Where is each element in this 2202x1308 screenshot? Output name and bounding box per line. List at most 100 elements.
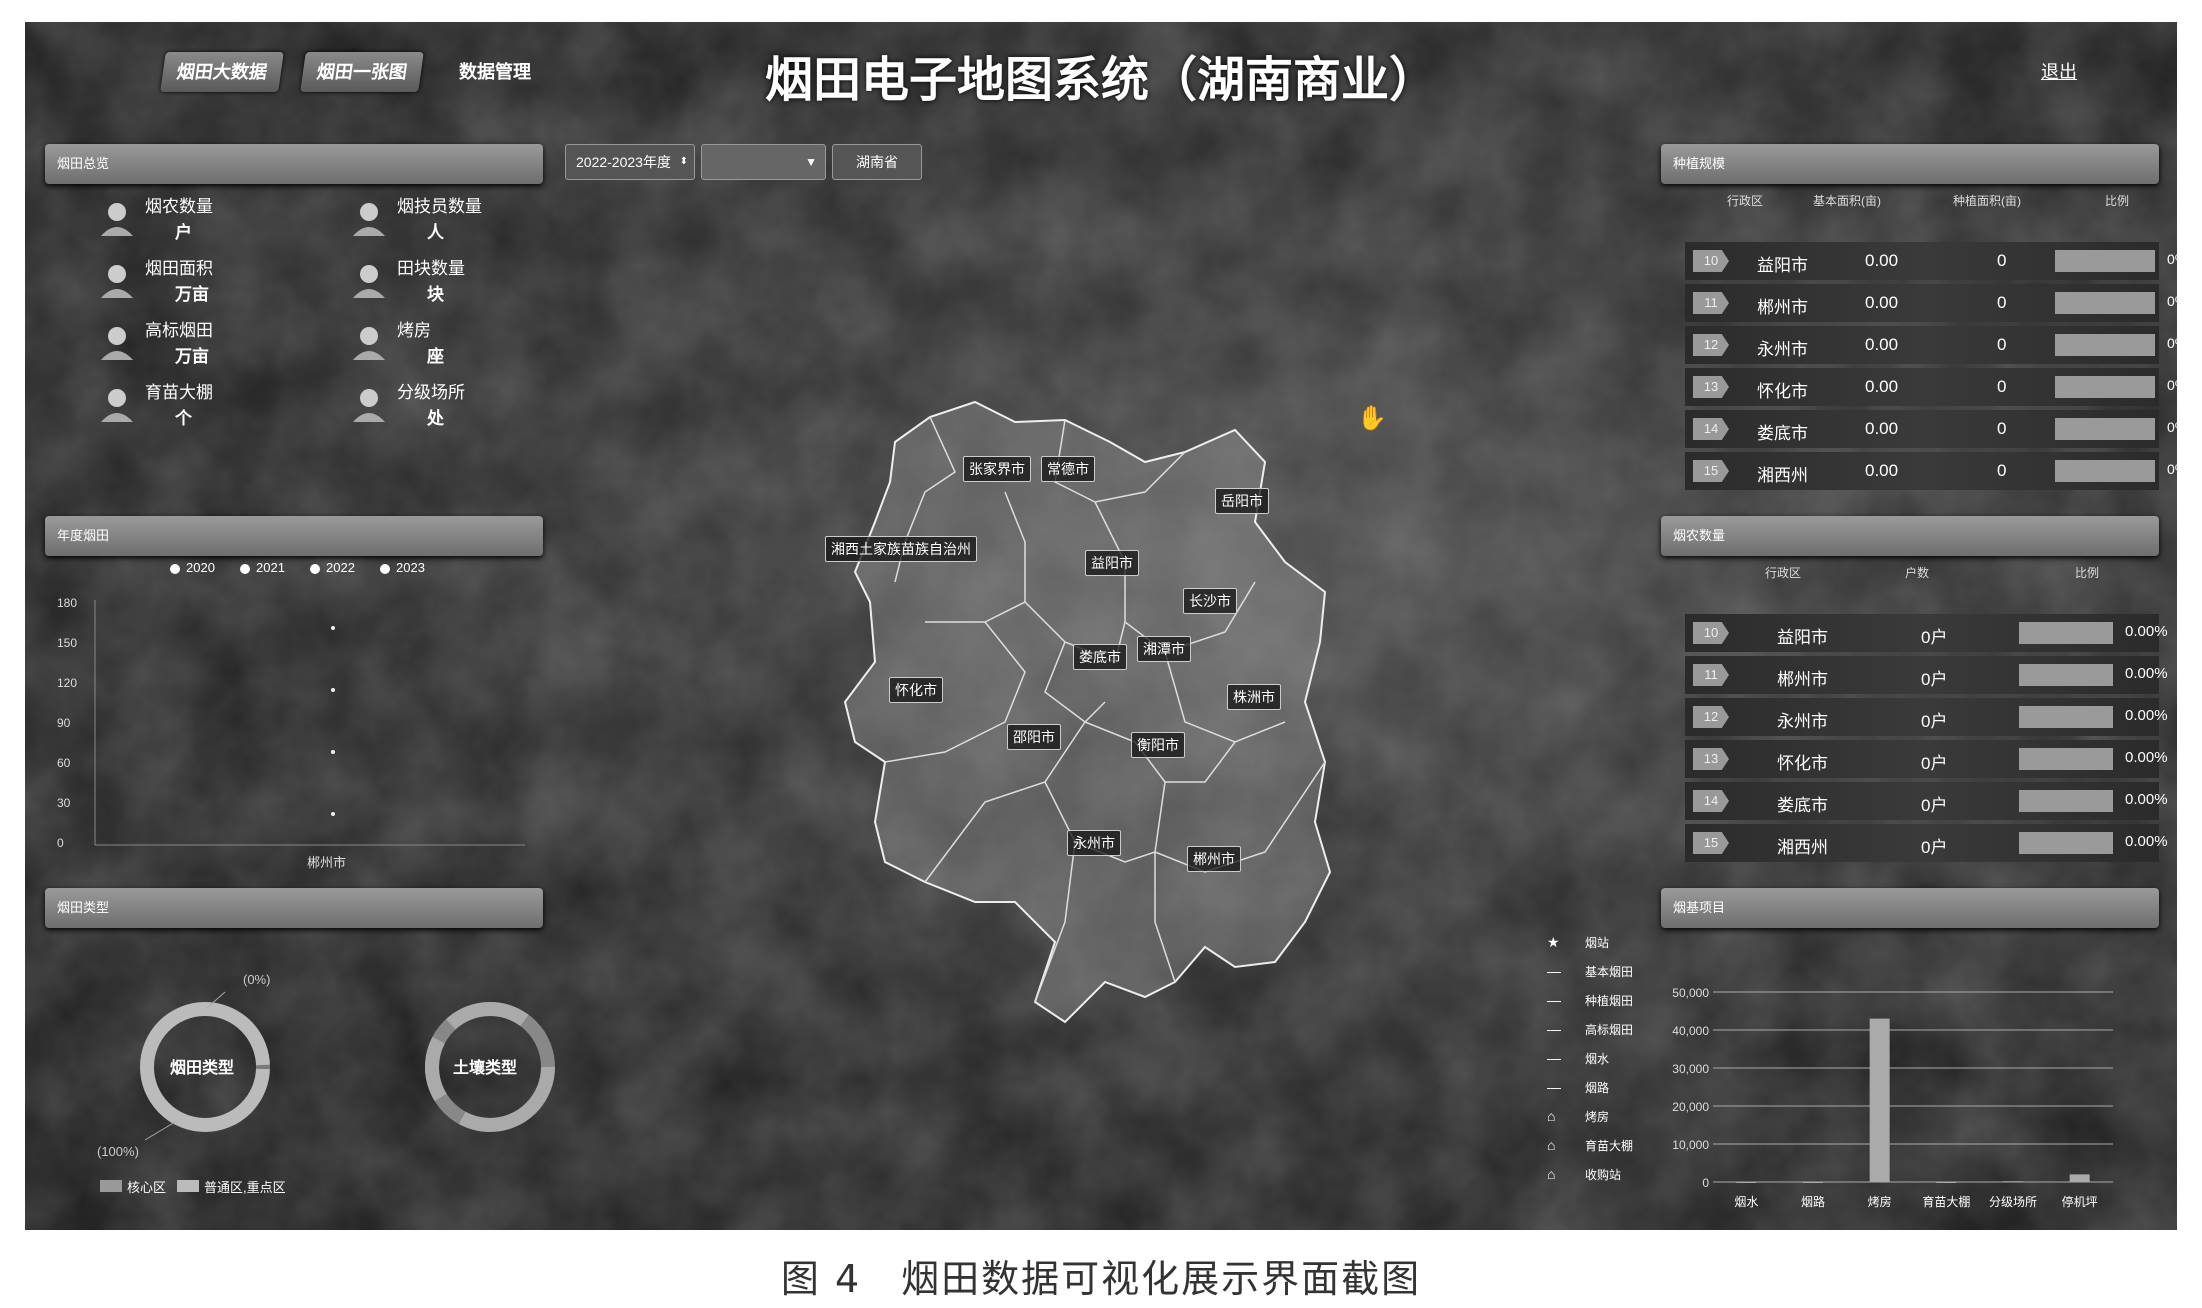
- annual-y-tick: 120: [57, 676, 78, 690]
- infra-bar[interactable]: [1803, 1182, 1823, 1183]
- logout-link[interactable]: 退出: [2041, 58, 2077, 84]
- legend-symbol-icon: —: [1547, 1050, 1561, 1066]
- table-row[interactable]: 11 郴州市 0.00 0 0%: [1685, 284, 2177, 322]
- annual-panel-header: 年度烟田: [45, 516, 543, 556]
- infra-bar[interactable]: [2003, 1181, 2023, 1183]
- infra-y-tick: 50,000: [1672, 986, 1709, 1000]
- stepper-icon: ⬍: [679, 156, 688, 167]
- map-city-label[interactable]: 益阳市: [1085, 550, 1139, 576]
- map-city-label[interactable]: 岳阳市: [1215, 488, 1269, 514]
- field-type-panel-header: 烟田类型: [45, 888, 543, 928]
- table-row[interactable]: 14 娄底市 0.00 0 0%: [1685, 410, 2177, 448]
- table-row[interactable]: 13 怀化市 0户 0.00%: [1685, 740, 2168, 778]
- row-ratio: 0.00%: [2125, 623, 2168, 640]
- table-row[interactable]: 10 益阳市 0.00 0 0%: [1685, 242, 2177, 280]
- table-row[interactable]: 14 娄底市 0户 0.00%: [1685, 782, 2168, 820]
- table-row[interactable]: 12 永州市 0.00 0 0%: [1685, 326, 2177, 364]
- stat-item: 烟田面积 万亩: [95, 254, 315, 314]
- map-legend-label[interactable]: 烟水: [1585, 1050, 1609, 1067]
- row-district: 郴州市: [1777, 670, 1828, 689]
- map-legend-label[interactable]: 烟路: [1585, 1079, 1609, 1096]
- row-ratio: 0%: [2167, 335, 2177, 351]
- map-city-label[interactable]: 娄底市: [1073, 644, 1127, 670]
- row-ratio: 0.00%: [2125, 707, 2168, 724]
- map-legend-label[interactable]: 基本烟田: [1585, 963, 1633, 980]
- map-legend-label[interactable]: 育苗大棚: [1585, 1137, 1633, 1154]
- annual-legend-marker[interactable]: [310, 564, 320, 574]
- table-row[interactable]: 15 湘西州 0.00 0 0%: [1685, 452, 2177, 490]
- legend-symbol-icon: —: [1547, 1021, 1561, 1037]
- table-row[interactable]: 12 永州市 0户 0.00%: [1685, 698, 2168, 736]
- legend-normal-label: 普通区,重点区: [204, 1180, 286, 1195]
- stat-item: 分级场所处: [347, 378, 567, 438]
- annual-legend-marker[interactable]: [240, 564, 250, 574]
- stat-unit: 座: [427, 347, 444, 366]
- map-city-label[interactable]: 怀化市: [889, 677, 943, 703]
- row-progress-bar: [2019, 664, 2113, 686]
- stat-label: 烤房: [397, 321, 431, 340]
- row-index-badge: 13: [1693, 748, 1729, 770]
- map-city-label[interactable]: 长沙市: [1183, 588, 1237, 614]
- map-legend-label[interactable]: 烟站: [1585, 934, 1609, 951]
- legend-symbol-icon: —: [1547, 1079, 1561, 1095]
- row-ratio: 0.00%: [2125, 665, 2168, 682]
- map-legend-label[interactable]: 烤房: [1585, 1108, 1609, 1125]
- stat-unit: 万亩: [175, 347, 209, 366]
- row-progress-bar: [2055, 376, 2155, 398]
- infra-bar-chart: 烟水 烟路 烤房 育苗大棚 分级场所 停机坪: [1713, 991, 2113, 1209]
- table-row[interactable]: 13 怀化市 0.00 0 0%: [1685, 368, 2177, 406]
- map-city-label[interactable]: 常德市: [1041, 456, 1095, 482]
- legend-swatch-normal: [177, 1180, 199, 1192]
- row-progress-bar: [2019, 832, 2113, 854]
- planting-col-planted: 种植面积(亩): [1953, 194, 2021, 208]
- dashboard-screen: 烟田大数据 烟田一张图 数据管理 烟田电子地图系统（湖南商业） 退出 烟田总览 …: [25, 22, 2177, 1230]
- row-district: 永州市: [1757, 340, 1808, 359]
- field-type-pct-top: (0%): [243, 972, 271, 987]
- annual-legend-marker[interactable]: [170, 564, 180, 574]
- annual-y-tick: 150: [57, 636, 78, 650]
- plant-icon: [95, 320, 139, 364]
- legend-symbol-icon: ⌂: [1547, 1108, 1556, 1124]
- map-legend-label[interactable]: 种植烟田: [1585, 992, 1633, 1009]
- infra-bar[interactable]: [1736, 1182, 1757, 1183]
- annual-y-tick: 180: [57, 596, 78, 610]
- map-city-label[interactable]: 湘潭市: [1137, 636, 1191, 662]
- row-index-badge: 14: [1693, 790, 1729, 812]
- map-city-label[interactable]: 永州市: [1067, 830, 1121, 856]
- row-progress-bar: [2055, 292, 2155, 314]
- map-legend-label[interactable]: 收购站: [1585, 1166, 1621, 1183]
- district-select[interactable]: ▼: [701, 144, 826, 180]
- infra-bar[interactable]: [1869, 1018, 1890, 1182]
- infra-x-tick: 停机坪: [2062, 1194, 2098, 1209]
- map-city-label[interactable]: 邵阳市: [1007, 724, 1061, 750]
- table-row[interactable]: 11 郴州市 0户 0.00%: [1685, 656, 2168, 694]
- province-button[interactable]: 湖南省: [832, 144, 922, 180]
- infra-x-tick: 育苗大棚: [1922, 1194, 1970, 1209]
- row-district: 怀化市: [1757, 382, 1808, 401]
- infra-bar[interactable]: [1936, 1182, 1957, 1183]
- row-ratio: 0%: [2167, 293, 2177, 309]
- map-city-label[interactable]: 张家界市: [963, 456, 1031, 482]
- map-legend-label[interactable]: 高标烟田: [1585, 1021, 1633, 1038]
- infra-x-tick: 烟路: [1801, 1194, 1825, 1209]
- annual-point: [331, 812, 335, 816]
- row-district: 益阳市: [1757, 256, 1808, 275]
- row-district: 郴州市: [1757, 298, 1808, 317]
- row-ratio: 0%: [2167, 419, 2177, 435]
- map-city-label[interactable]: 湘西土家族苗族自治州: [825, 536, 977, 562]
- row-index-badge: 10: [1693, 622, 1729, 644]
- year-select[interactable]: 2022-2023年度 ⬍: [565, 144, 695, 180]
- table-row[interactable]: 10 益阳市 0户 0.00%: [1685, 614, 2168, 652]
- map-city-label[interactable]: 株洲市: [1227, 684, 1281, 710]
- row-basic-area: 0.00: [1865, 377, 1899, 396]
- annual-legend-marker[interactable]: [380, 564, 390, 574]
- infra-bar[interactable]: [2069, 1174, 2090, 1182]
- table-row[interactable]: 15 湘西州 0户 0.00%: [1685, 824, 2168, 862]
- soil-type-donut-label: 土壤类型: [453, 1060, 518, 1077]
- legend-symbol-icon: ⌂: [1547, 1166, 1556, 1182]
- legend-symbol-icon: —: [1547, 992, 1561, 1008]
- legend-swatch-core: [100, 1180, 122, 1192]
- map-city-label[interactable]: 郴州市: [1187, 846, 1241, 872]
- map-city-label[interactable]: 衡阳市: [1131, 732, 1185, 758]
- stat-unit: 个: [175, 409, 192, 428]
